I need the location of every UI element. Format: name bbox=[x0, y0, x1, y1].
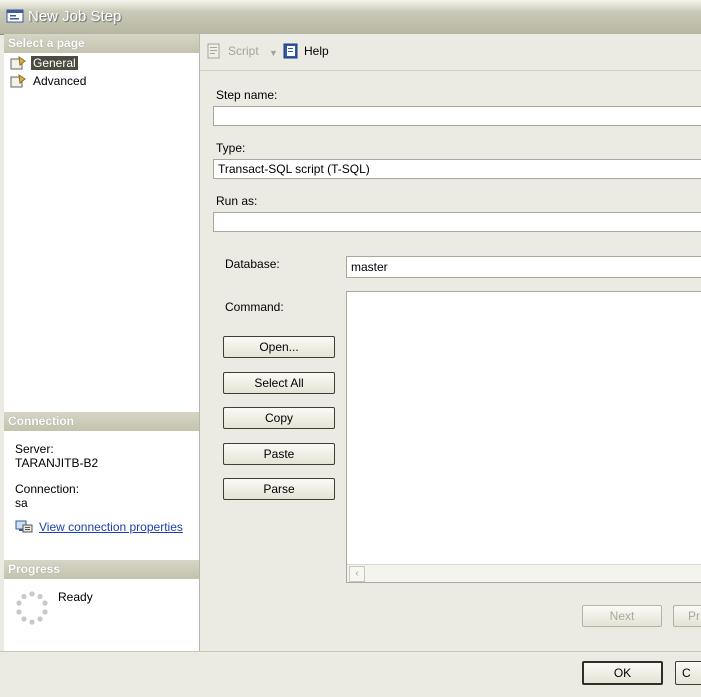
command-textarea[interactable]: ‹ bbox=[346, 291, 701, 583]
connection-value: sa bbox=[15, 496, 28, 510]
open-button[interactable]: Open... bbox=[223, 336, 335, 358]
connection-header: Connection bbox=[4, 412, 199, 431]
window-title: New Job Step bbox=[28, 8, 122, 25]
progress-status: Ready bbox=[58, 590, 93, 604]
paste-button[interactable]: Paste bbox=[223, 443, 335, 465]
script-label: Script bbox=[228, 44, 259, 58]
server-value: TARANJITB-B2 bbox=[15, 456, 99, 470]
progress-spinner-icon bbox=[16, 591, 48, 625]
connection-label: Connection: bbox=[15, 482, 80, 496]
scroll-left-icon[interactable]: ‹ bbox=[349, 566, 365, 582]
database-label: Database: bbox=[225, 257, 280, 271]
server-label: Server: bbox=[15, 442, 54, 456]
left-navigation-pane: Select a page General Advanced Connectio… bbox=[4, 34, 200, 651]
toolbar: Script ▼ Help bbox=[200, 34, 701, 71]
progress-area: Ready bbox=[4, 582, 199, 651]
view-connection-properties-text[interactable]: View connection properties bbox=[39, 520, 183, 534]
command-horizontal-scrollbar[interactable]: ‹ bbox=[347, 564, 701, 582]
copy-button[interactable]: Copy bbox=[223, 407, 335, 429]
page-item-label: General bbox=[31, 56, 78, 70]
page-item-label: Advanced bbox=[33, 74, 87, 88]
title-bar[interactable]: New Job Step bbox=[0, 0, 701, 35]
connection-properties-icon bbox=[15, 520, 33, 533]
select-a-page-header: Select a page bbox=[4, 34, 199, 53]
ok-button[interactable]: OK bbox=[582, 661, 663, 685]
database-select[interactable]: master bbox=[346, 256, 701, 278]
page-icon bbox=[10, 56, 26, 70]
step-name-input[interactable] bbox=[213, 106, 701, 126]
run-as-select[interactable] bbox=[213, 212, 701, 232]
step-name-label: Step name: bbox=[216, 88, 278, 102]
previous-button[interactable]: Pr bbox=[673, 605, 701, 627]
page-item-general[interactable]: General bbox=[10, 54, 78, 72]
help-icon bbox=[283, 43, 298, 59]
page-icon bbox=[10, 74, 26, 88]
progress-header: Progress bbox=[4, 560, 199, 579]
type-label: Type: bbox=[216, 141, 246, 155]
parse-button[interactable]: Parse bbox=[223, 478, 335, 500]
general-page-content: Script ▼ Help Step name: Type: Transact-… bbox=[200, 34, 701, 651]
page-item-advanced[interactable]: Advanced bbox=[10, 72, 88, 90]
select-all-button[interactable]: Select All bbox=[223, 372, 335, 394]
script-dropdown-arrow-icon[interactable]: ▼ bbox=[269, 48, 278, 58]
new-job-step-window: New Job Step Select a page General Advan… bbox=[0, 0, 701, 697]
job-step-icon bbox=[6, 9, 24, 23]
run-as-label: Run as: bbox=[216, 194, 258, 208]
type-select[interactable]: Transact-SQL script (T-SQL) bbox=[213, 159, 701, 179]
cancel-button[interactable]: C bbox=[675, 661, 701, 685]
script-icon bbox=[207, 43, 220, 59]
view-connection-properties-link[interactable]: View connection properties bbox=[15, 519, 183, 535]
script-button[interactable]: Script bbox=[206, 43, 259, 59]
help-label: Help bbox=[304, 44, 329, 58]
next-button[interactable]: Next bbox=[582, 605, 662, 627]
help-button[interactable]: Help bbox=[282, 43, 329, 59]
command-label: Command: bbox=[225, 300, 284, 314]
